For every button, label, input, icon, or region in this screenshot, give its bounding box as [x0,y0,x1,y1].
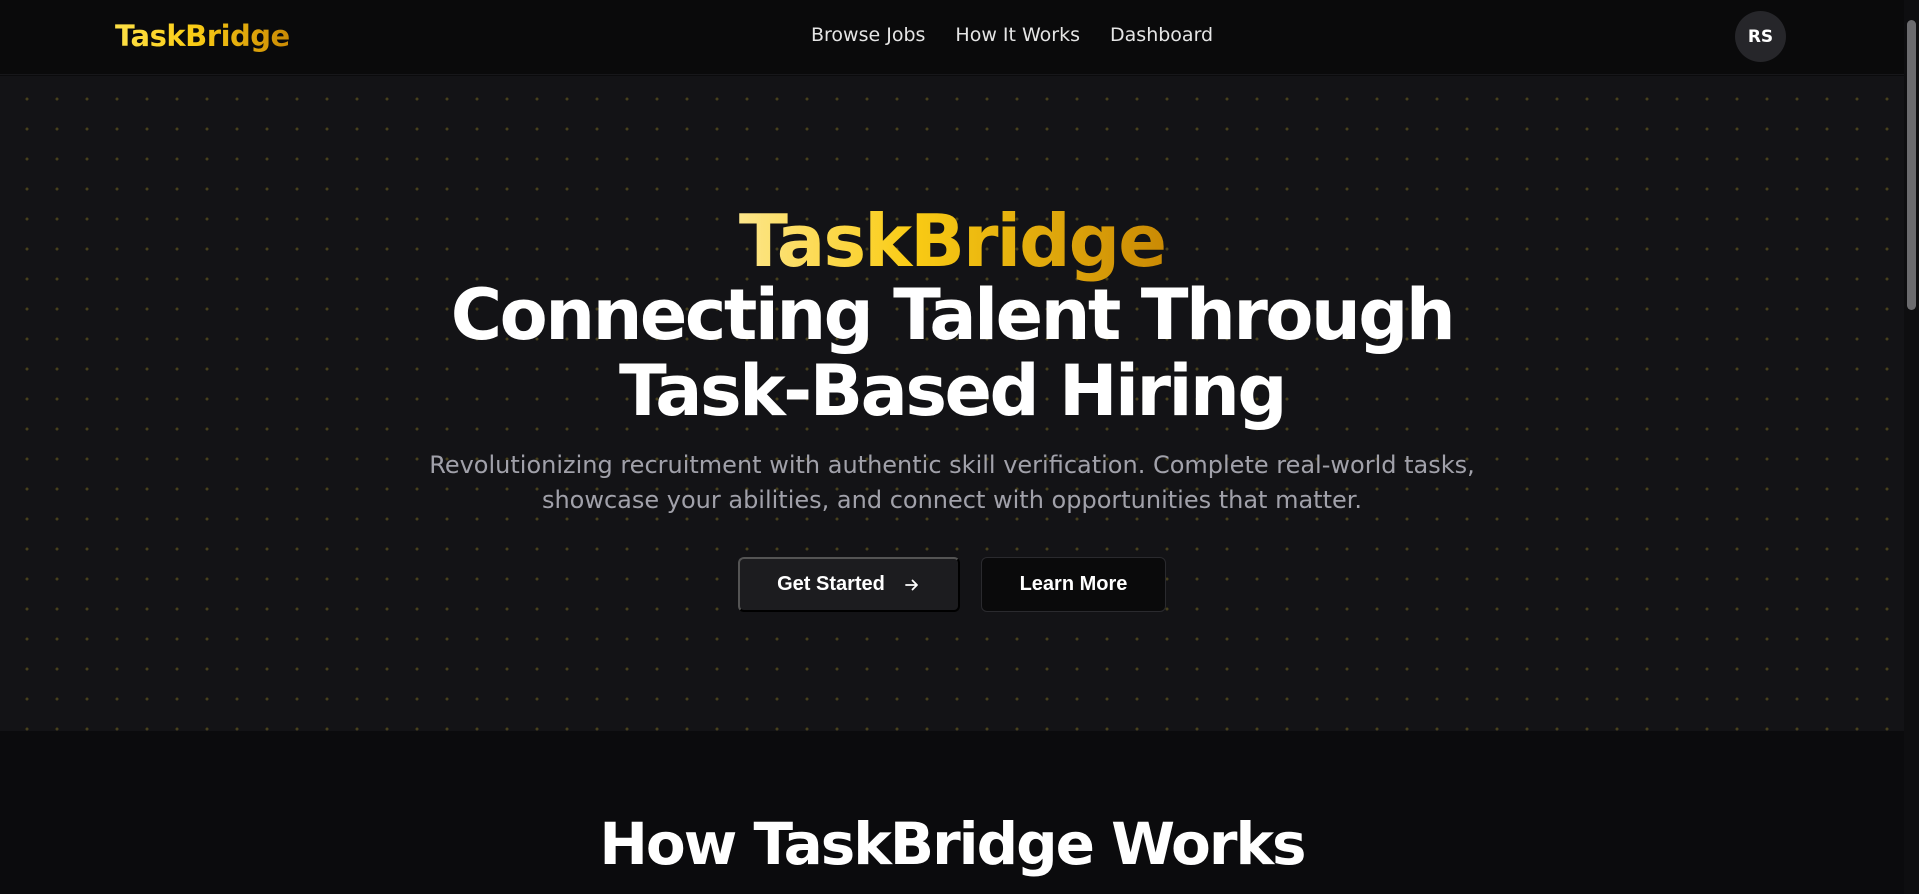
how-it-works-heading: How TaskBridge Works [599,810,1306,878]
hero-subtitle: Revolutionizing recruitment with authent… [402,448,1502,518]
scrollbar-thumb[interactable] [1907,20,1916,310]
nav-how-it-works[interactable]: How It Works [955,24,1080,46]
hero-cta-row: Get Started Learn More [0,557,1904,612]
get-started-label: Get Started [777,573,885,595]
hero-brand-heading: TaskBridge [0,201,1904,281]
hero-subtitle-line-2: showcase your abilities, and connect wit… [541,486,1363,514]
page-scrollbar[interactable] [1904,0,1919,894]
hero-subtitle-line-1: Revolutionizing recruitment with authent… [429,451,1475,479]
learn-more-button[interactable]: Learn More [981,557,1166,612]
learn-more-label: Learn More [1019,573,1128,595]
hero-title-line-2: Task-Based Hiring [619,350,1287,432]
how-it-works-section: How TaskBridge Works [0,731,1904,894]
nav-browse-jobs[interactable]: Browse Jobs [811,24,925,46]
hero-brand-text: TaskBridge [738,199,1167,283]
page: TaskBridge Browse Jobs How It Works Dash… [0,0,1919,894]
hero-section: TaskBridge Connecting Talent Through Tas… [0,76,1904,731]
hero-title-line-1: Connecting Talent Through [450,274,1456,356]
hero-title: Connecting Talent Through Task-Based Hir… [352,277,1552,429]
brand-logo[interactable]: TaskBridge [115,19,290,53]
arrow-right-icon [905,579,918,590]
top-navbar: TaskBridge Browse Jobs How It Works Dash… [0,0,1904,75]
main-nav: Browse Jobs How It Works Dashboard [811,24,1213,46]
user-avatar[interactable]: RS [1735,11,1786,62]
get-started-button[interactable]: Get Started [738,557,960,612]
nav-dashboard[interactable]: Dashboard [1110,24,1213,46]
